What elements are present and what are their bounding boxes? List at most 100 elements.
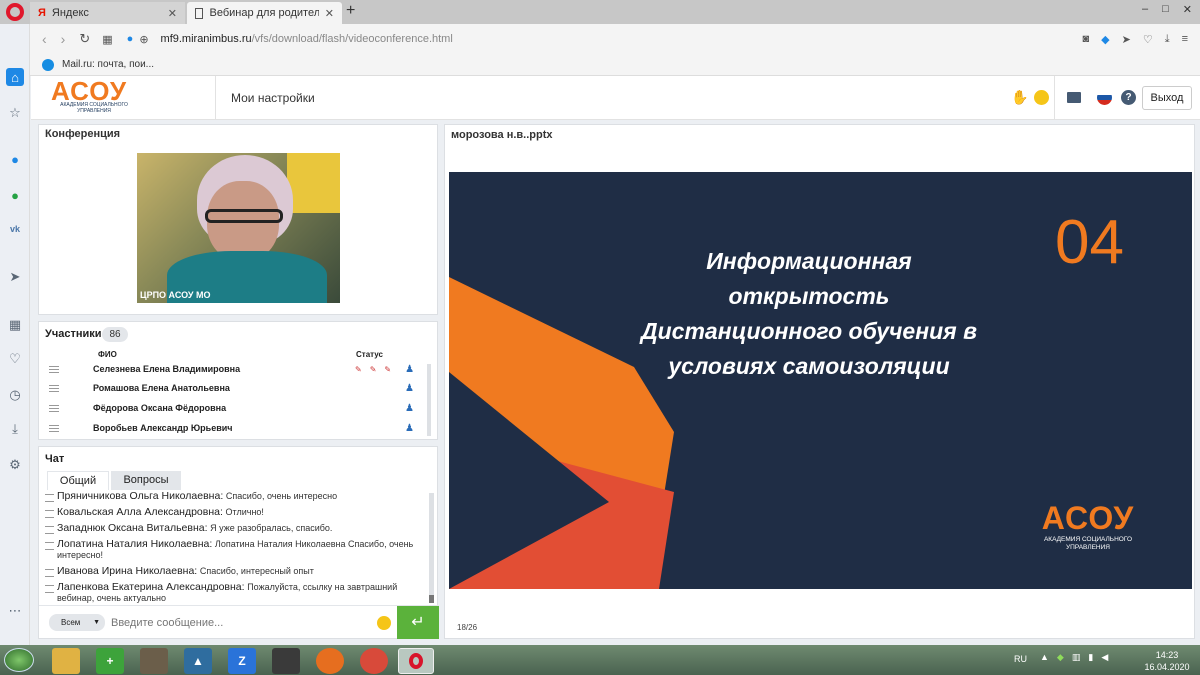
heart-icon[interactable]: ♡ bbox=[6, 350, 24, 368]
participant-row[interactable]: Воробьев Александр Юрьевич ♟ bbox=[39, 418, 427, 438]
home-icon[interactable]: ⌂ bbox=[6, 68, 24, 86]
signal-icon[interactable]: ▮ bbox=[1088, 652, 1093, 663]
close-tab-icon[interactable]: ✕ bbox=[319, 7, 334, 20]
clock-icon[interactable]: ◷ bbox=[6, 386, 24, 404]
close-window-button[interactable]: ✕ bbox=[1183, 3, 1192, 16]
send-icon[interactable]: ➤ bbox=[6, 268, 24, 286]
presentation-title: морозова н.в..pptx bbox=[451, 129, 553, 141]
new-tab-button[interactable]: + bbox=[346, 2, 355, 20]
raise-hand-icon[interactable]: ✋ bbox=[1011, 89, 1028, 106]
tab-yandex[interactable]: Я Яндекс ✕ bbox=[30, 2, 185, 24]
antivirus-icon[interactable]: ◆ bbox=[1057, 652, 1064, 663]
menu-icon[interactable]: ≡ bbox=[1182, 33, 1188, 46]
minimize-button[interactable]: – bbox=[1142, 3, 1148, 16]
camera-off-icon[interactable]: ✎ bbox=[370, 365, 377, 374]
chrome-icon[interactable] bbox=[360, 648, 388, 674]
fox-icon[interactable] bbox=[272, 648, 300, 674]
download-icon[interactable]: ⤓ bbox=[6, 420, 24, 438]
camera-icon[interactable]: ◙ bbox=[1082, 33, 1089, 46]
maximize-button[interactable]: □ bbox=[1162, 3, 1169, 16]
back-icon[interactable]: ‹ bbox=[42, 31, 47, 47]
opera-icon[interactable] bbox=[398, 648, 434, 674]
drag-handle-icon[interactable] bbox=[49, 365, 59, 373]
network-icon[interactable]: ▥ bbox=[1072, 652, 1081, 663]
asou-logo: АСОУ АКАДЕМИЯ СОЦИАЛЬНОГО УПРАВЛЕНИЯ bbox=[51, 78, 171, 118]
drag-handle-icon[interactable] bbox=[49, 424, 59, 432]
more-icon[interactable]: ⋯ bbox=[6, 602, 24, 620]
start-button[interactable] bbox=[4, 648, 34, 672]
address-bar-tools: ◙ ◆ ➤ ♡ ⤓ ≡ bbox=[1082, 33, 1188, 46]
tab-general[interactable]: Общий bbox=[47, 471, 109, 490]
gear-icon[interactable]: ⚙ bbox=[6, 456, 24, 474]
address-bar-row: ‹ › ↻ ▦ ● ⊕ mf9.miranimbus.ru/vfs/downlo… bbox=[30, 24, 1200, 54]
emoji-icon[interactable] bbox=[1034, 90, 1049, 105]
exit-button[interactable]: Выход bbox=[1142, 86, 1192, 110]
grid-icon[interactable]: ▦ bbox=[6, 316, 24, 334]
opera-menu-button[interactable] bbox=[6, 3, 24, 21]
slide: 04 Информационная открытость Дистанционн… bbox=[449, 172, 1192, 589]
participants-panel: Участники 86 ФИО Статус Селезнева Елена … bbox=[38, 321, 438, 440]
drive-icon[interactable]: ▲ bbox=[184, 648, 212, 674]
folder-icon[interactable] bbox=[1067, 92, 1081, 103]
tab-webinar[interactable]: Вебинар для родителей-с ✕ bbox=[187, 2, 342, 24]
whatsapp-icon[interactable]: ● bbox=[6, 186, 24, 204]
user-icon: ♟ bbox=[405, 382, 414, 394]
language-indicator[interactable]: RU bbox=[1014, 654, 1027, 664]
forward-icon[interactable]: › bbox=[61, 31, 66, 47]
mic-off-icon[interactable]: ✎ bbox=[355, 365, 362, 374]
star-icon[interactable]: ☆ bbox=[6, 104, 24, 122]
recipient-value: Всем bbox=[61, 618, 81, 627]
drag-handle-icon[interactable] bbox=[49, 384, 59, 392]
slide-logo: АСОУ АКАДЕМИЯ СОЦИАЛЬНОГО УПРАВЛЕНИЯ bbox=[1033, 502, 1143, 552]
volume-icon[interactable]: ◀ bbox=[1101, 652, 1108, 663]
emoji-icon[interactable] bbox=[377, 616, 391, 630]
url-field[interactable]: mf9.miranimbus.ru/vfs/download/flash/vid… bbox=[161, 33, 453, 45]
screen-off-icon[interactable]: ✎ bbox=[384, 365, 391, 374]
recipient-select[interactable]: Всем ▼ bbox=[49, 614, 105, 631]
clock[interactable]: 14:23 16.04.2020 bbox=[1138, 649, 1196, 673]
send-icon[interactable]: ➤ bbox=[1122, 33, 1131, 46]
message-author: Западнюк Оксана Витальевна: bbox=[57, 522, 208, 534]
my-settings-link[interactable]: Мои настройки bbox=[231, 91, 315, 105]
store-icon[interactable]: + bbox=[96, 648, 124, 674]
heart-icon[interactable]: ♡ bbox=[1143, 33, 1153, 46]
bookmark-mailru[interactable]: Mail.ru: почта, пои... bbox=[62, 59, 154, 70]
arrow-up-icon[interactable]: ▲ bbox=[1040, 652, 1049, 663]
chevron-down-icon: ▼ bbox=[93, 619, 100, 626]
app-header: АСОУ АКАДЕМИЯ СОЦИАЛЬНОГО УПРАВЛЕНИЯ Мои… bbox=[31, 76, 1200, 120]
chat-scrollbar[interactable] bbox=[429, 493, 434, 603]
reload-icon[interactable]: ↻ bbox=[79, 31, 90, 47]
zoom-icon[interactable]: Z bbox=[228, 648, 256, 674]
shield-icon[interactable]: ◆ bbox=[1101, 33, 1109, 46]
yandex-icon: Я bbox=[38, 7, 46, 19]
message-text: Я уже разобралась, спасибо. bbox=[210, 523, 333, 533]
app-icon[interactable] bbox=[140, 648, 168, 674]
close-tab-icon[interactable]: ✕ bbox=[162, 7, 177, 20]
explorer-icon[interactable] bbox=[52, 648, 80, 674]
participant-row[interactable]: Селезнева Елена Владимировна ✎ ✎ ✎ ♟ bbox=[39, 360, 427, 378]
russian-flag-icon[interactable] bbox=[1097, 90, 1112, 105]
message-author: Лапенкова Екатерина Александровна: bbox=[57, 581, 245, 593]
opera-ring bbox=[409, 653, 423, 669]
video-tile[interactable]: ЦРПО АСОУ МО bbox=[137, 153, 340, 303]
download-icon[interactable]: ⤓ bbox=[1165, 33, 1170, 46]
scroll-thumb[interactable] bbox=[429, 595, 434, 603]
participant-row[interactable]: Фёдорова Оксана Фёдоровна ♟ bbox=[39, 398, 427, 418]
firefox-icon[interactable] bbox=[316, 648, 344, 674]
conference-panel: Конференция ЦРПО АСОУ МО bbox=[38, 124, 438, 315]
slide-line: условиях самоизоляции bbox=[668, 353, 950, 379]
drag-handle-icon[interactable] bbox=[49, 404, 59, 412]
message-input[interactable] bbox=[111, 614, 371, 632]
grid-icon[interactable]: ▦ bbox=[102, 33, 112, 46]
message-text: Спасибо, интересный опыт bbox=[199, 566, 314, 576]
message-text: Спасибо, очень интересно bbox=[225, 491, 338, 501]
help-icon[interactable]: ? bbox=[1121, 90, 1136, 105]
vk-icon[interactable]: vk bbox=[6, 220, 24, 238]
participants-list: Селезнева Елена Владимировна ✎ ✎ ✎ ♟ Ром… bbox=[39, 360, 427, 438]
tab-questions[interactable]: Вопросы bbox=[111, 471, 181, 490]
participant-row[interactable]: Ромашова Елена Анатольевна ♟ bbox=[39, 378, 427, 398]
microphone-icon[interactable]: ● bbox=[127, 33, 134, 45]
send-button[interactable]: ↵ bbox=[397, 606, 439, 639]
messenger-icon[interactable]: ● bbox=[6, 150, 24, 168]
participants-scrollbar[interactable] bbox=[427, 364, 431, 436]
